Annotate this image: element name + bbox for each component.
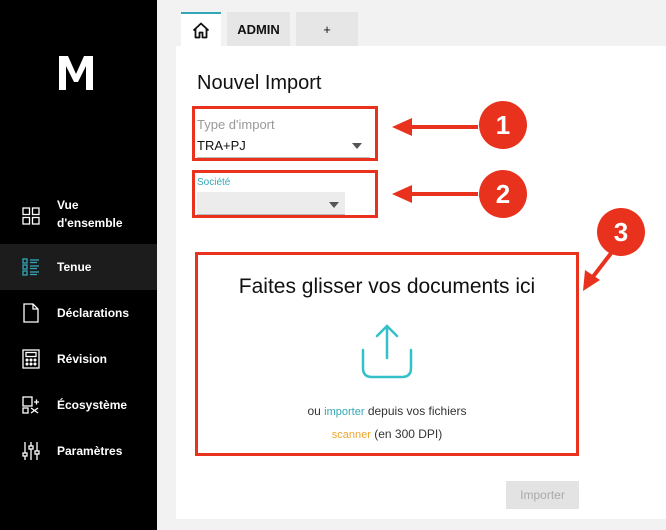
annotation-badge-3: 3	[597, 208, 645, 256]
logo	[59, 56, 93, 90]
sidebar-item-label: Paramètres	[57, 444, 123, 458]
sidebar-item-parametres[interactable]: Paramètres	[0, 438, 157, 464]
sidebar-item-declarations[interactable]: Déclarations	[0, 300, 157, 326]
annotation-badge-1: 1	[479, 101, 527, 149]
sidebar-item-label: Vue	[57, 198, 79, 212]
import-button[interactable]: Importer	[506, 481, 579, 509]
document-icon	[23, 303, 39, 323]
sidebar-item-label: d'ensemble	[57, 216, 123, 230]
sidebar-item-label: Révision	[57, 352, 108, 366]
sidebar-item-label: Tenue	[57, 260, 92, 274]
annotation-badge-2: 2	[479, 170, 527, 218]
sidebar-item-revision[interactable]: Révision	[0, 346, 157, 372]
calculator-icon	[22, 349, 40, 369]
sliders-icon	[22, 442, 40, 460]
sidebar-item-ecosysteme[interactable]: Écosystème	[0, 392, 157, 418]
tab-admin[interactable]: ADMIN	[227, 12, 290, 46]
sidebar-item-label: Déclarations	[57, 306, 130, 320]
sidebar-item-label: Écosystème	[57, 398, 128, 412]
highlight-box-2	[192, 170, 378, 218]
home-icon	[192, 22, 210, 38]
sidebar-item-tenue[interactable]: Tenue	[0, 244, 157, 290]
sidebar-item-overview[interactable]: Vue d'ensemble	[0, 196, 157, 236]
tab-home[interactable]	[181, 12, 221, 46]
list-icon	[22, 258, 39, 276]
highlight-box-1	[192, 106, 378, 161]
ecosystem-icon	[22, 396, 39, 414]
grid-icon	[22, 207, 40, 225]
page-title: Nouvel Import	[197, 72, 322, 94]
tab-add[interactable]: +	[296, 12, 358, 46]
highlight-box-3	[195, 252, 579, 456]
